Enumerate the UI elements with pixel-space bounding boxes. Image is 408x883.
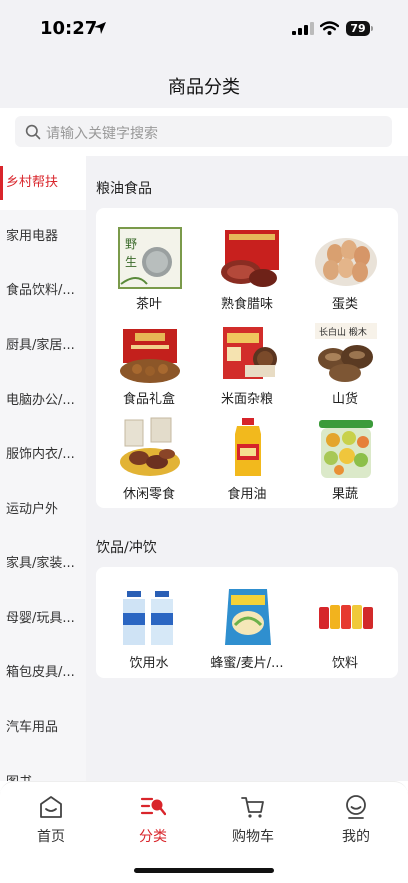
snack-icon [120,417,180,476]
tab-cart-label: 购物车 [232,829,274,845]
sidebar-item-apparel[interactable]: 服饰内衣/... [0,428,86,482]
cereal-icon [225,589,271,645]
search-bar: 请输入关键字搜索 [0,108,408,156]
section-title: 饮品/冲饮 [96,540,157,556]
grain-icon [223,327,277,379]
sidebar-item-baby-toys[interactable]: 母婴/玩具... [0,592,86,646]
sidebar-item-sports-outdoor[interactable]: 运动户外 [0,483,86,537]
tab-category[interactable]: 分类 [113,794,193,850]
home-indicator [134,868,274,873]
wifi-icon [320,21,339,35]
sidebar-item-kitchen-home[interactable]: 厨具/家居... [0,319,86,373]
sidebar-item-bags[interactable]: 箱包皮具/... [0,646,86,700]
sidebar-item-auto[interactable]: 汽车用品 [0,701,86,755]
status-time: 10:27 [40,18,98,39]
water-icon [123,591,173,645]
category-item[interactable]: 米面杂粮 [197,321,297,413]
status-bar: 10:27 79 [0,0,408,58]
category-item-label: 山货 [331,392,358,407]
category-item[interactable]: 食用油 [197,416,297,508]
svg-text:野: 野 [125,237,137,251]
category-item-label: 果蔬 [331,487,358,502]
category-item[interactable]: 长白山 椴木 山货 [295,321,395,413]
category-item[interactable]: 野 生 茶叶 [99,226,199,318]
sidebar-item-books[interactable]: 图书 [0,756,86,781]
category-item-label: 茶叶 [135,297,162,312]
location-arrow-icon [94,22,106,34]
home-icon [40,796,62,818]
nav-bar: 商品分类 [0,58,408,108]
category-item[interactable]: 休闲零食 [99,416,199,508]
section-title: 粮油食品 [96,181,152,197]
battery-icon: 79 [346,21,370,36]
category-item[interactable]: 饮用水 [99,585,199,677]
category-item-label: 饮用水 [129,656,169,671]
search-placeholder: 请输入关键字搜索 [46,126,158,142]
tab-category-label: 分类 [139,829,167,845]
tab-mine[interactable]: 我的 [316,794,396,850]
category-item-label: 米面杂粮 [220,392,273,407]
sidebar-item-furniture[interactable]: 家具/家装... [0,537,86,591]
gift-box-icon [120,329,180,383]
tab-home-label: 首页 [37,829,65,845]
svg-text:生: 生 [125,255,137,269]
category-search-icon [140,797,166,816]
category-content: 粮油食品 野 生 茶叶 熟食腊味 蛋类 食品礼盒 米面杂粮 长白山 椴木 山货 … [86,156,408,781]
category-item[interactable]: 熟食腊味 [197,226,297,318]
category-item[interactable]: 蜂蜜/麦片/... [197,585,297,677]
sidebar-item-computers-office[interactable]: 电脑办公/... [0,374,86,428]
signal-icon [292,22,314,35]
oil-icon [235,418,261,476]
category-item[interactable]: 蛋类 [295,226,395,318]
search-icon [25,124,41,140]
category-item-label: 饮料 [331,656,358,671]
category-item-label: 蜂蜜/麦片/... [210,656,284,671]
tab-home[interactable]: 首页 [11,794,91,850]
category-item[interactable]: 食品礼盒 [99,321,199,413]
cart-icon [241,797,264,818]
page-title: 商品分类 [168,77,240,98]
drinks-icon [319,605,373,629]
mushroom-icon: 长白山 椴木 [315,323,377,382]
fruit-icon [319,420,373,478]
search-input[interactable]: 请输入关键字搜索 [15,116,392,147]
category-item-label: 食用油 [227,487,267,502]
eggs-icon [315,238,377,286]
category-sidebar: 乡村帮扶 家用电器 食品饮料/... 厨具/家居... 电脑办公/... 服饰内… [0,156,86,781]
category-card: 野 生 茶叶 熟食腊味 蛋类 食品礼盒 米面杂粮 长白山 椴木 山货 休闲零食 … [96,208,398,508]
category-item[interactable]: 果蔬 [295,416,395,508]
tab-mine-label: 我的 [342,829,370,845]
category-item[interactable]: 饮料 [295,585,395,677]
battery-tip [371,26,373,31]
svg-text:长白山 椴木: 长白山 椴木 [319,326,367,338]
sidebar-item-rural-support[interactable]: 乡村帮扶 [0,156,86,210]
category-item-label: 休闲零食 [122,487,175,502]
sidebar-item-food-drinks[interactable]: 食品饮料/... [0,264,86,318]
sidebar-item-appliances[interactable]: 家用电器 [0,210,86,264]
category-item-label: 蛋类 [331,297,358,312]
profile-icon [346,795,366,819]
category-item-label: 熟食腊味 [220,297,273,312]
category-card: 饮用水 蜂蜜/麦片/... 饮料 [96,567,398,678]
tea-icon: 野 生 [118,227,182,289]
tab-cart[interactable]: 购物车 [213,794,293,850]
cured-meat-icon [221,230,279,287]
category-item-label: 食品礼盒 [122,392,175,407]
